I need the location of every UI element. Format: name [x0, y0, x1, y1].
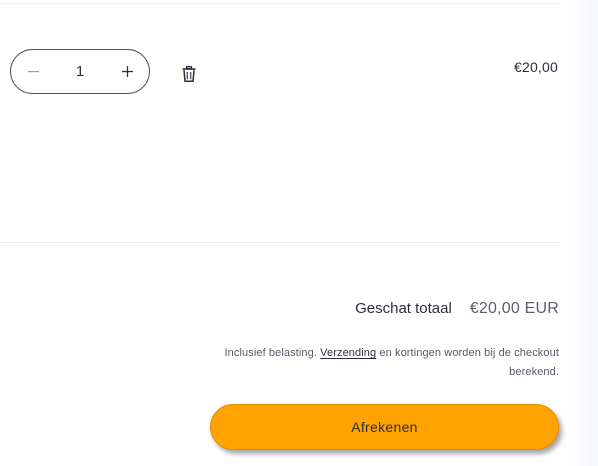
- estimated-total-label: Geschat totaal: [355, 300, 452, 317]
- cart-summary-divider: [0, 242, 560, 243]
- estimated-total-row: Geschat totaal €20,00 EUR: [355, 300, 559, 318]
- quantity-stepper[interactable]: 1: [10, 49, 150, 94]
- minus-icon: [27, 70, 39, 72]
- remove-item-trash-icon[interactable]: [182, 66, 196, 82]
- estimated-total-value: €20,00 EUR: [469, 300, 559, 317]
- tax-note-text-end: en kortingen worden bij de checkout bere…: [376, 347, 559, 378]
- page-edge-shade: [560, 0, 598, 466]
- line-item-price: €20,00: [513, 59, 558, 75]
- shipping-policy-link[interactable]: Verzending: [320, 347, 376, 359]
- tax-shipping-note: Inclusief belasting. Verzending en korti…: [179, 344, 559, 382]
- quantity-decrease-button[interactable]: [11, 50, 55, 93]
- tax-note-text-start: Inclusief belasting.: [224, 347, 321, 359]
- plus-icon: [121, 66, 133, 77]
- cart-item-top-divider: [0, 3, 560, 4]
- checkout-button[interactable]: Afrekenen: [210, 404, 559, 450]
- quantity-increase-button[interactable]: [105, 50, 149, 93]
- quantity-input[interactable]: 1: [55, 63, 105, 80]
